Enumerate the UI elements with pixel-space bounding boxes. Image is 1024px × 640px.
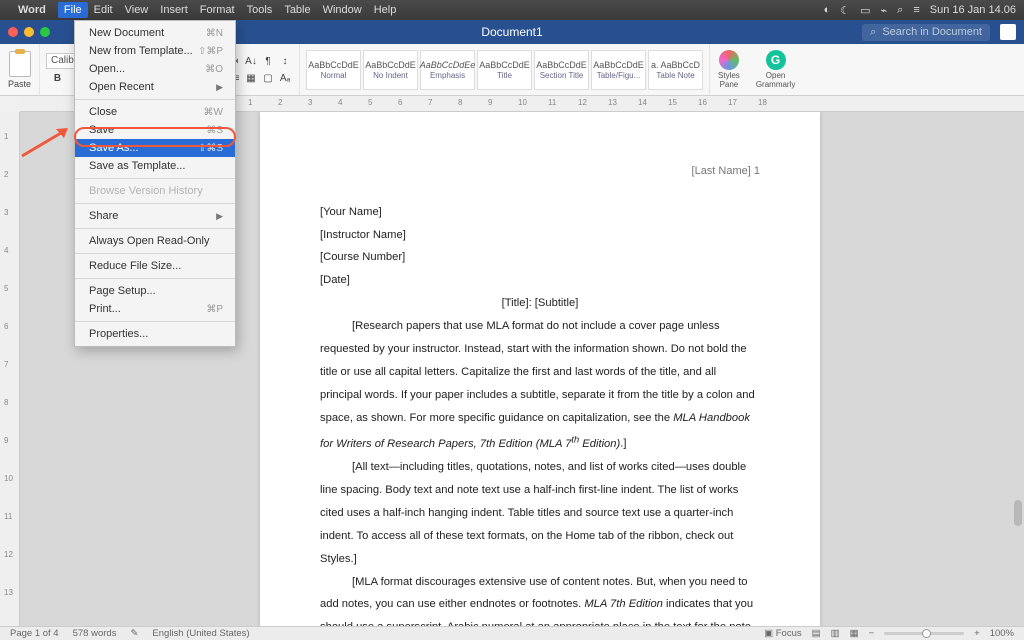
menu-item-open-recent[interactable]: Open Recent▶ — [75, 78, 235, 96]
styles-pane-label: Styles Pane — [718, 71, 740, 89]
menu-item-share[interactable]: Share▶ — [75, 207, 235, 225]
vertical-scrollbar[interactable] — [1014, 112, 1022, 626]
menu-item-close[interactable]: Close⌘W — [75, 103, 235, 121]
style-box[interactable]: AaBbCcDdETitle — [477, 50, 532, 90]
doc-paragraph: [All text—including titles, quotations, … — [320, 456, 760, 571]
document-title: Document1 — [481, 25, 542, 39]
styles-group: AaBbCcDdENormalAaBbCcDdENo IndentAaBbCcD… — [300, 44, 710, 95]
vertical-ruler[interactable]: 12345678910111213 — [0, 112, 20, 626]
menu-file[interactable]: File — [58, 2, 88, 18]
zoom-in-button[interactable]: + — [974, 628, 980, 639]
paste-label: Paste — [8, 79, 31, 89]
menubar-clock[interactable]: Sun 16 Jan 14.06 — [930, 4, 1016, 16]
close-window-button[interactable] — [8, 27, 18, 37]
file-menu-dropdown: New Document⌘NNew from Template...⇧⌘POpe… — [74, 20, 236, 347]
wifi-icon[interactable]: ⌕ — [897, 4, 903, 17]
style-box[interactable]: AaBbCcDdENormal — [306, 50, 361, 90]
grammarly-icon: G — [766, 50, 786, 70]
menu-item-properties[interactable]: Properties... — [75, 325, 235, 343]
search-icon: ⌕ — [870, 26, 876, 39]
minimize-window-button[interactable] — [24, 27, 34, 37]
moon-icon[interactable]: ☾ — [840, 4, 850, 17]
traffic-lights — [8, 27, 50, 37]
styles-pane-button[interactable]: Styles Pane — [710, 44, 748, 95]
spotlight-icon[interactable]: ≡ — [913, 4, 919, 16]
shading-button[interactable]: ▦ — [243, 70, 259, 86]
status-words[interactable]: 578 words — [73, 628, 117, 639]
menu-item-browse-version-history: Browse Version History — [75, 182, 235, 200]
menu-window[interactable]: Window — [323, 4, 362, 16]
doc-line: [Instructor Name] — [320, 224, 760, 247]
clear-button[interactable]: Aₐ — [277, 70, 293, 86]
styles-pane-icon — [719, 50, 739, 70]
menu-item-print[interactable]: Print...⌘P — [75, 300, 235, 318]
menu-table[interactable]: Table — [284, 4, 310, 16]
zoom-window-button[interactable] — [40, 27, 50, 37]
doc-paragraph: [MLA format discourages extensive use of… — [320, 571, 760, 626]
app-name[interactable]: Word — [18, 4, 46, 16]
style-box[interactable]: a. AaBbCcDTable Note — [648, 50, 703, 90]
scrollbar-thumb[interactable] — [1014, 500, 1022, 526]
status-bar: Page 1 of 4 578 words ✎ English (United … — [0, 626, 1024, 640]
view-outline-button[interactable]: ▦ — [850, 628, 859, 639]
style-box[interactable]: AaBbCcDdEeEmphasis — [420, 50, 475, 90]
spellcheck-icon[interactable]: ✎ — [130, 628, 138, 639]
menu-view[interactable]: View — [125, 4, 149, 16]
menu-item-page-setup[interactable]: Page Setup... — [75, 282, 235, 300]
control-center-icon[interactable]: ⌁ — [881, 4, 888, 17]
menu-tools[interactable]: Tools — [247, 4, 273, 16]
mac-menubar: Word File Edit View Insert Format Tools … — [0, 0, 1024, 20]
menu-insert[interactable]: Insert — [160, 4, 188, 16]
grammarly-label: Open Grammarly — [756, 71, 796, 89]
spacing-button[interactable]: ↕ — [277, 53, 293, 69]
grammarly-button[interactable]: G Open Grammarly — [748, 44, 804, 95]
menu-format[interactable]: Format — [200, 4, 235, 16]
doc-title-line: [Title]: [Subtitle] — [320, 292, 760, 315]
zoom-slider-thumb[interactable] — [922, 629, 931, 638]
menu-item-save-as-template[interactable]: Save as Template... — [75, 157, 235, 175]
clipboard-group: Paste — [0, 44, 40, 95]
paste-icon[interactable] — [9, 51, 31, 77]
page-header-right: [Last Name] 1 — [320, 160, 760, 183]
menu-item-save[interactable]: Save⌘S — [75, 121, 235, 139]
focus-mode-button[interactable]: ▣ Focus — [764, 628, 802, 639]
do-not-disturb-icon[interactable]: ◐ — [824, 4, 831, 16]
status-language[interactable]: English (United States) — [152, 628, 249, 639]
menu-item-save-as[interactable]: Save As...⇧⌘S — [75, 139, 235, 157]
doc-line: [Date] — [320, 269, 760, 292]
view-web-button[interactable]: ▥ — [831, 628, 840, 639]
borders-button[interactable]: ▢ — [260, 70, 276, 86]
search-field[interactable]: ⌕ Search in Document — [862, 24, 990, 41]
menu-item-always-open-read-only[interactable]: Always Open Read-Only — [75, 232, 235, 250]
menu-help[interactable]: Help — [374, 4, 397, 16]
style-box[interactable]: AaBbCcDdESection Title — [534, 50, 589, 90]
style-box[interactable]: AaBbCcDdENo Indent — [363, 50, 418, 90]
battery-icon[interactable]: ▭ — [860, 4, 870, 17]
zoom-value[interactable]: 100% — [990, 628, 1014, 639]
page[interactable]: [Last Name] 1 [Your Name] [Instructor Na… — [260, 112, 820, 626]
doc-line: [Course Number] — [320, 246, 760, 269]
show-marks-button[interactable]: ¶ — [260, 53, 276, 69]
style-box[interactable]: AaBbCcDdETable/Figu... — [591, 50, 646, 90]
doc-line: [Your Name] — [320, 201, 760, 224]
menu-item-open[interactable]: Open...⌘O — [75, 60, 235, 78]
view-print-button[interactable]: ▤ — [812, 628, 821, 639]
account-icon[interactable] — [1000, 24, 1016, 40]
doc-paragraph: [Research papers that use MLA format do … — [320, 315, 760, 455]
menu-item-reduce-file-size[interactable]: Reduce File Size... — [75, 257, 235, 275]
zoom-slider[interactable] — [884, 632, 964, 635]
search-placeholder: Search in Document — [882, 26, 982, 38]
menu-item-new-from-template[interactable]: New from Template...⇧⌘P — [75, 42, 235, 60]
menu-item-new-document[interactable]: New Document⌘N — [75, 24, 235, 42]
bold-button[interactable]: B — [50, 71, 66, 87]
zoom-out-button[interactable]: − — [869, 628, 875, 639]
menu-edit[interactable]: Edit — [94, 4, 113, 16]
sort-button[interactable]: A↓ — [243, 53, 259, 69]
status-page[interactable]: Page 1 of 4 — [10, 628, 59, 639]
